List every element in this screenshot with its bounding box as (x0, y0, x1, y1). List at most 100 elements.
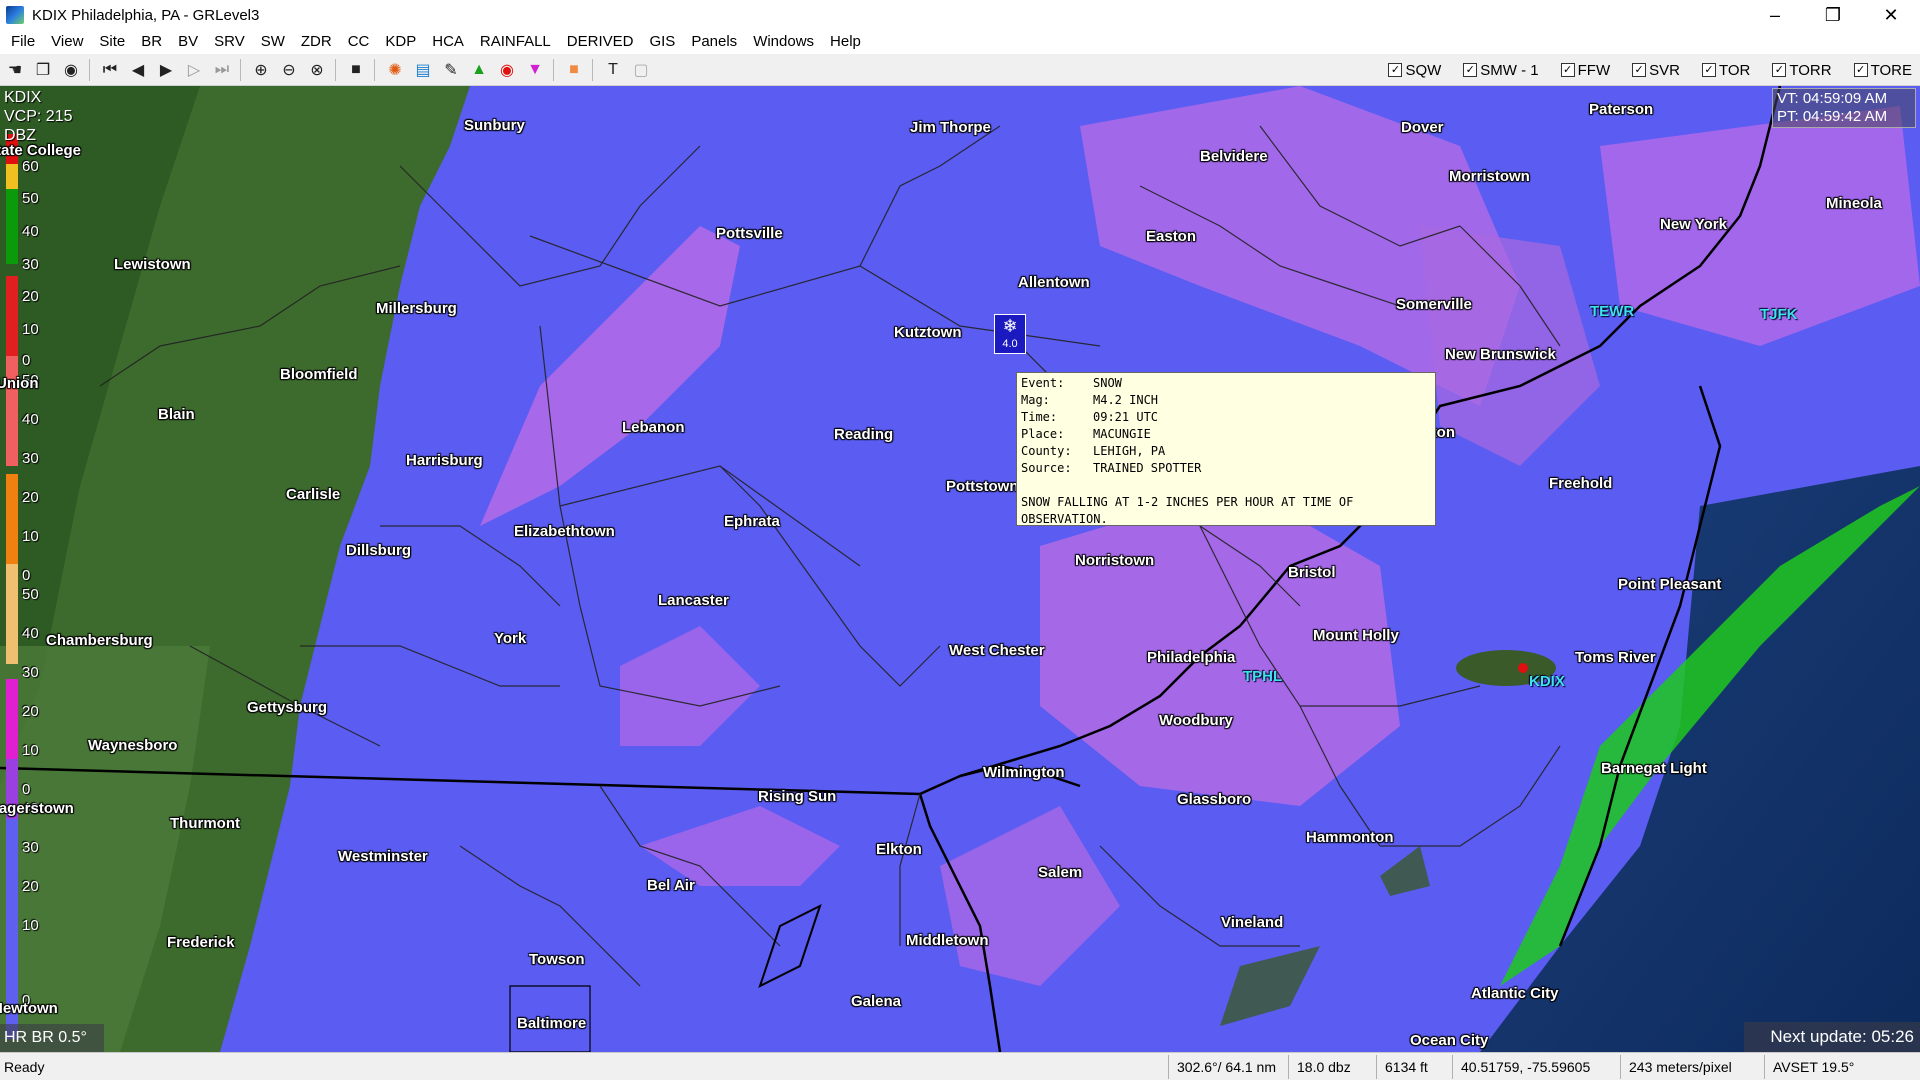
step-back-icon[interactable]: ◀ (125, 57, 151, 83)
warning-filter-torr[interactable]: ✓ TORR (1772, 62, 1832, 79)
storm-tracks-icon[interactable]: ✺ (382, 57, 408, 83)
radar-site-label: KDIX (4, 89, 42, 106)
checkbox-checked-icon[interactable]: ✓ (1388, 63, 1403, 77)
legend-tick: 10 (22, 321, 39, 338)
legend-tick: 30 (22, 664, 39, 681)
product-label: HR BR 0.5° (0, 1024, 104, 1052)
legend-tick: 10 (22, 742, 39, 759)
city-label: Frederick (167, 934, 235, 951)
menu-cc[interactable]: CC (340, 30, 378, 54)
step-forward-icon[interactable]: ▷ (181, 57, 207, 83)
copy-icon[interactable]: ❐ (30, 57, 56, 83)
city-label: Galena (851, 993, 902, 1010)
menu-kdp[interactable]: KDP (377, 30, 424, 54)
city-label: Belvidere (1200, 148, 1268, 165)
menu-windows[interactable]: Windows (745, 30, 822, 54)
city-label: Vineland (1221, 914, 1284, 931)
menu-zdr[interactable]: ZDR (293, 30, 340, 54)
first-frame-icon[interactable]: ⏮ (97, 57, 123, 83)
menu-help[interactable]: Help (822, 30, 869, 54)
report-time-label: Time: (1021, 410, 1058, 424)
warning-filter-smw[interactable]: ✓ SMW - 1 (1463, 62, 1539, 79)
window-controls: – ❐ ✕ (1746, 0, 1920, 30)
checkbox-checked-icon[interactable]: ✓ (1853, 63, 1868, 77)
report-event: SNOW (1093, 376, 1122, 390)
menu-sw[interactable]: SW (253, 30, 293, 54)
zoom-in-icon[interactable]: ⊕ (248, 57, 274, 83)
warning-filter-tore[interactable]: ✓ TORE (1853, 62, 1912, 79)
checkbox-checked-icon[interactable]: ✓ (1560, 63, 1575, 77)
menu-view[interactable]: View (43, 30, 91, 54)
city-label: Philadelphia (1147, 649, 1236, 666)
square-marker-icon[interactable]: ■ (561, 57, 587, 83)
menu-derived[interactable]: DERIVED (559, 30, 642, 54)
zoom-reset-icon[interactable]: ⊗ (304, 57, 330, 83)
color-legend (6, 134, 18, 1039)
checkbox-checked-icon[interactable]: ✓ (1701, 63, 1716, 77)
city-label: Carlisle (286, 486, 341, 503)
maximize-button[interactable]: ❐ (1804, 0, 1862, 30)
checkbox-checked-icon[interactable]: ✓ (1772, 63, 1787, 77)
down-triangle-marker-icon[interactable]: ▼ (522, 57, 548, 83)
city-label: Morristown (1449, 168, 1530, 185)
close-button[interactable]: ✕ (1862, 0, 1920, 30)
city-label: Millersburg (376, 300, 457, 317)
status-ready: Ready (4, 1058, 45, 1075)
text-tool-icon[interactable]: T (600, 57, 626, 83)
legend-tick: 10 (22, 528, 39, 545)
city-label: Jim Thorpe (910, 119, 991, 136)
warning-filter-svr[interactable]: ✓ SVR (1632, 62, 1680, 79)
hand-icon[interactable]: ☚ (2, 57, 28, 83)
station-label-kdix[interactable]: KDIX (1529, 673, 1565, 690)
city-label: Barnegat Light (1601, 760, 1707, 777)
legend-tick: 0 (22, 352, 31, 369)
city-label: Lebanon (622, 419, 685, 436)
checkbox-checked-icon[interactable]: ✓ (1463, 63, 1478, 77)
warning-filter-ffw[interactable]: ✓ FFW (1560, 62, 1610, 79)
globe-icon[interactable]: ◉ (58, 57, 84, 83)
report-time: 09:21 UTC (1093, 410, 1159, 424)
menu-site[interactable]: Site (91, 30, 133, 54)
menu-panels[interactable]: Panels (683, 30, 745, 54)
station-label-tewr[interactable]: TEWR (1590, 303, 1634, 320)
radar-map[interactable]: KDIX VCP: 215 DBZ 60 50 40 30 20 10 0 50… (0, 86, 1920, 1052)
play-icon[interactable]: ▶ (153, 57, 179, 83)
zoom-out-icon[interactable]: ⊖ (276, 57, 302, 83)
city-label: Elizabethtown (514, 523, 615, 540)
snow-report-marker[interactable]: ❄ 4.0 (994, 314, 1026, 354)
legend-tick: 40 (22, 223, 39, 240)
toolbar-separator (335, 58, 336, 81)
status-avset: AVSET 19.5° (1764, 1054, 1920, 1079)
city-label: Baltimore (517, 1015, 587, 1032)
city-label: Newtown (0, 1000, 58, 1017)
menu-srv[interactable]: SRV (206, 30, 253, 54)
toolbar-separator (592, 58, 593, 81)
last-frame-icon[interactable]: ⏭ (209, 57, 235, 83)
minimize-button[interactable]: – (1746, 0, 1804, 30)
report-source: TRAINED SPOTTER (1093, 461, 1202, 475)
stop-icon[interactable]: ■ (343, 57, 369, 83)
menu-rainfall[interactable]: RAINFALL (472, 30, 559, 54)
status-height: 6134 ft (1376, 1054, 1452, 1079)
legend-tick: 50 (22, 190, 39, 207)
station-label-tphl[interactable]: TPHL (1243, 668, 1282, 685)
report-place-label: Place: (1021, 427, 1065, 441)
menu-br[interactable]: BR (133, 30, 170, 54)
menu-hca[interactable]: HCA (424, 30, 472, 54)
color-table-icon[interactable]: ▤ (410, 57, 436, 83)
checkbox-checked-icon[interactable]: ✓ (1632, 63, 1647, 77)
triangle-marker-icon[interactable]: ▲ (466, 57, 492, 83)
city-label: Reading (834, 426, 894, 443)
warning-filter-tor[interactable]: ✓ TOR (1701, 62, 1750, 79)
city-label: Somerville (1396, 296, 1472, 313)
circle-marker-icon[interactable]: ◉ (494, 57, 520, 83)
blank-box-icon[interactable]: ▢ (628, 57, 654, 83)
menu-file[interactable]: File (3, 30, 43, 54)
menu-bv[interactable]: BV (170, 30, 206, 54)
menu-gis[interactable]: GIS (641, 30, 683, 54)
measure-tool-icon[interactable]: ✎ (438, 57, 464, 83)
toolbar-separator (240, 58, 241, 81)
warning-filter-sqw[interactable]: ✓ SQW (1388, 62, 1441, 79)
station-label-tjfk[interactable]: TJFK (1760, 306, 1798, 323)
city-label: Bel Air (647, 877, 695, 894)
